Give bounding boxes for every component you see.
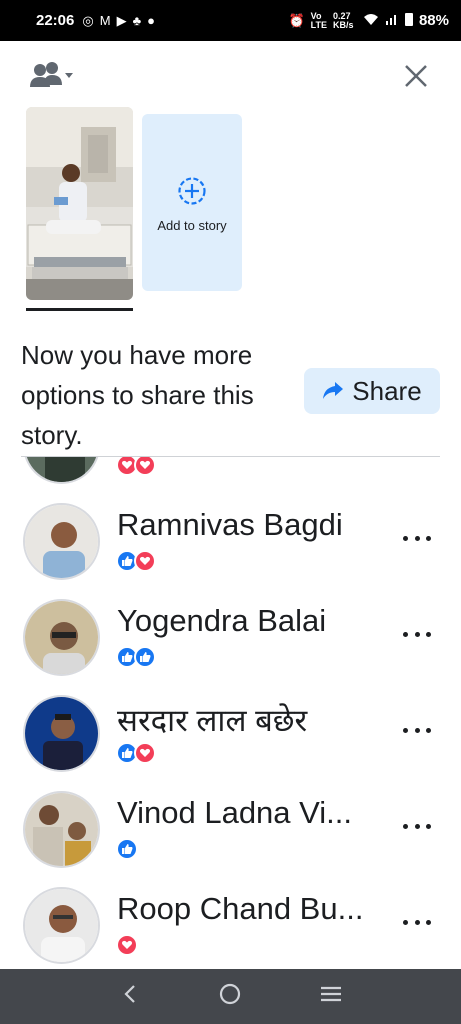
signal-icon xyxy=(385,12,399,29)
share-button[interactable]: Share xyxy=(304,368,440,414)
story-selected-indicator xyxy=(26,308,133,311)
share-button-label: Share xyxy=(352,375,422,406)
whatsapp-icon: ◎ xyxy=(82,12,94,28)
list-item[interactable] xyxy=(0,457,461,502)
viewer-name: Vinod Ladna Vi... xyxy=(117,795,352,830)
viewer-name: Roop Chand Bu... xyxy=(117,891,364,926)
add-to-story-label: Add to story xyxy=(157,218,227,233)
battery-icon xyxy=(404,12,413,29)
reaction-icons xyxy=(116,934,138,958)
story-thumbnail[interactable] xyxy=(26,107,133,300)
list-item[interactable]: Yogendra Balai xyxy=(0,599,461,694)
audience-icon[interactable] xyxy=(28,61,74,91)
close-icon[interactable] xyxy=(401,61,431,91)
list-item[interactable]: Vinod Ladna Vi... xyxy=(0,791,461,886)
love-reaction-icon xyxy=(134,742,156,764)
reaction-icons xyxy=(116,457,156,478)
alarm-icon: ⏰ xyxy=(288,12,305,28)
status-time: 22:06 xyxy=(36,12,75,29)
story-header xyxy=(0,41,461,107)
reaction-icons xyxy=(116,838,138,862)
like-reaction-icon xyxy=(116,838,138,860)
share-notice: Now you have more options to share this … xyxy=(21,340,254,450)
wifi-icon xyxy=(363,12,379,29)
share-arrow-icon xyxy=(322,376,344,407)
volte-icon: Vo LTE xyxy=(310,10,327,30)
love-reaction-icon xyxy=(134,550,156,572)
love-reaction-icon xyxy=(116,934,138,956)
avatar xyxy=(23,599,100,676)
more-options-icon[interactable] xyxy=(403,533,431,543)
avatar xyxy=(23,887,100,964)
reaction-icons xyxy=(116,742,156,766)
home-icon[interactable] xyxy=(217,981,243,1012)
avatar xyxy=(23,457,100,484)
more-options-icon[interactable] xyxy=(403,821,431,831)
system-nav-bar xyxy=(0,969,461,1024)
add-to-story-button[interactable]: Add to story xyxy=(142,114,242,291)
viewer-list[interactable]: Ramnivas Bagdi Yogendra Balai सरदार लाल … xyxy=(0,457,461,969)
more-options-icon[interactable] xyxy=(403,725,431,735)
more-options-icon[interactable] xyxy=(403,629,431,639)
like-reaction-icon xyxy=(134,646,156,668)
net-speed: 0.27 KB/s xyxy=(332,10,354,30)
list-item[interactable]: Ramnivas Bagdi xyxy=(0,503,461,598)
gmail-icon: M xyxy=(99,13,111,28)
avatar xyxy=(23,695,100,772)
viewer-name: Yogendra Balai xyxy=(117,603,327,638)
avatar xyxy=(23,503,100,580)
more-options-icon[interactable] xyxy=(403,917,431,927)
status-bar: 22:06 ◎ M ▶ ♣ ● ⏰ Vo LTE 0.27 KB/s 88% xyxy=(0,0,461,41)
back-icon[interactable] xyxy=(117,981,143,1012)
list-item[interactable]: Roop Chand Bu... xyxy=(0,887,461,969)
recents-icon[interactable] xyxy=(318,981,344,1012)
viewer-name: सरदार लाल बछेर xyxy=(117,703,308,738)
app-icon: ♣ xyxy=(132,13,142,28)
avatar xyxy=(23,791,100,868)
reaction-icons xyxy=(116,550,156,574)
youtube-icon: ▶ xyxy=(116,12,127,28)
battery-level: 88% xyxy=(418,12,449,29)
love-reaction-icon xyxy=(134,457,156,476)
list-item[interactable]: सरदार लाल बछेर xyxy=(0,695,461,790)
dot-icon: ● xyxy=(147,13,155,28)
reaction-icons xyxy=(116,646,156,670)
add-circle-icon xyxy=(177,176,207,206)
viewer-name: Ramnivas Bagdi xyxy=(117,507,343,542)
